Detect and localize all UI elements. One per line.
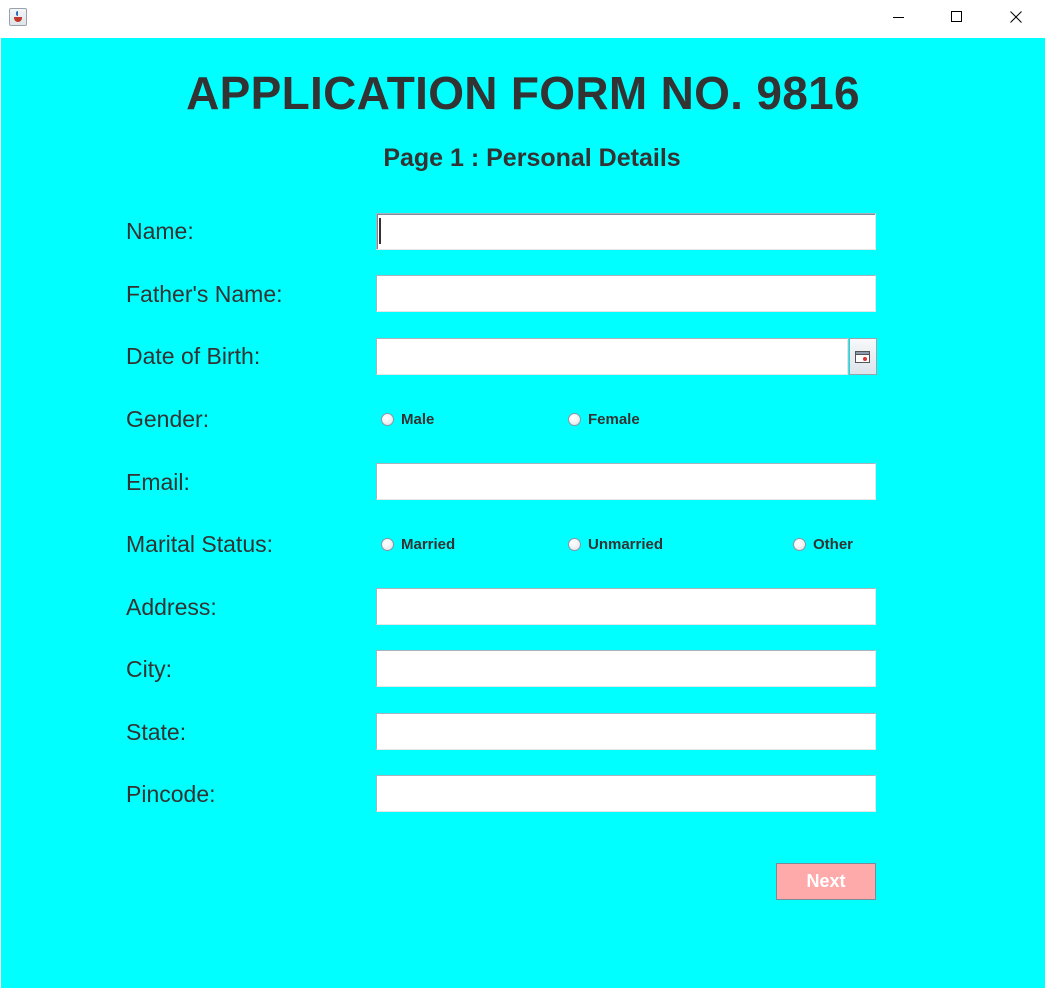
close-button[interactable]	[987, 0, 1045, 34]
marital-married-label: Married	[401, 536, 456, 553]
title-bar	[0, 0, 1045, 38]
text-caret	[379, 218, 381, 244]
name-label: Name:	[126, 218, 194, 244]
email-label: Email:	[126, 469, 190, 495]
name-input[interactable]	[376, 213, 876, 250]
maximize-button[interactable]	[928, 0, 986, 34]
address-label: Address:	[126, 594, 217, 620]
city-label: City:	[126, 656, 172, 682]
father-name-input[interactable]	[376, 275, 876, 312]
form-panel: APPLICATION FORM NO. 9816 Page 1 : Perso…	[1, 38, 1045, 988]
pincode-label: Pincode:	[126, 781, 216, 807]
radio-circle	[381, 538, 394, 551]
maximize-icon	[951, 11, 962, 22]
page-subtitle: Page 1 : Personal Details	[383, 144, 681, 172]
marital-status-label: Marital Status:	[126, 531, 273, 557]
state-label: State:	[126, 719, 187, 745]
calendar-button[interactable]	[849, 338, 877, 375]
city-input[interactable]	[376, 650, 876, 687]
radio-circle	[381, 413, 394, 426]
close-icon	[1010, 11, 1022, 23]
radio-circle	[568, 413, 581, 426]
gender-female-radio[interactable]: Female	[568, 411, 640, 428]
father-name-label: Father's Name:	[126, 281, 283, 307]
calendar-icon	[855, 350, 870, 363]
gender-female-label: Female	[588, 411, 640, 428]
marital-other-label: Other	[813, 536, 854, 553]
marital-other-radio[interactable]: Other	[793, 536, 853, 553]
gender-male-radio[interactable]: Male	[381, 411, 434, 428]
marital-married-radio[interactable]: Married	[381, 536, 455, 553]
application-window: APPLICATION FORM NO. 9816 Page 1 : Perso…	[0, 0, 1045, 988]
marital-unmarried-label: Unmarried	[588, 536, 664, 553]
state-input[interactable]	[376, 713, 876, 750]
form-title: APPLICATION FORM NO. 9816	[186, 67, 860, 119]
gender-label: Gender:	[126, 406, 210, 432]
minimize-button[interactable]	[870, 0, 928, 34]
radio-circle	[568, 538, 581, 551]
email-input[interactable]	[376, 463, 876, 500]
next-button[interactable]: Next	[776, 863, 876, 900]
pincode-input[interactable]	[376, 775, 876, 812]
radio-circle	[793, 538, 806, 551]
dob-label: Date of Birth:	[126, 343, 261, 369]
minimize-icon	[893, 17, 904, 18]
java-app-icon	[9, 8, 27, 26]
gender-male-label: Male	[401, 411, 435, 428]
marital-unmarried-radio[interactable]: Unmarried	[568, 536, 663, 553]
address-input[interactable]	[376, 588, 876, 625]
dob-input[interactable]	[376, 338, 848, 375]
